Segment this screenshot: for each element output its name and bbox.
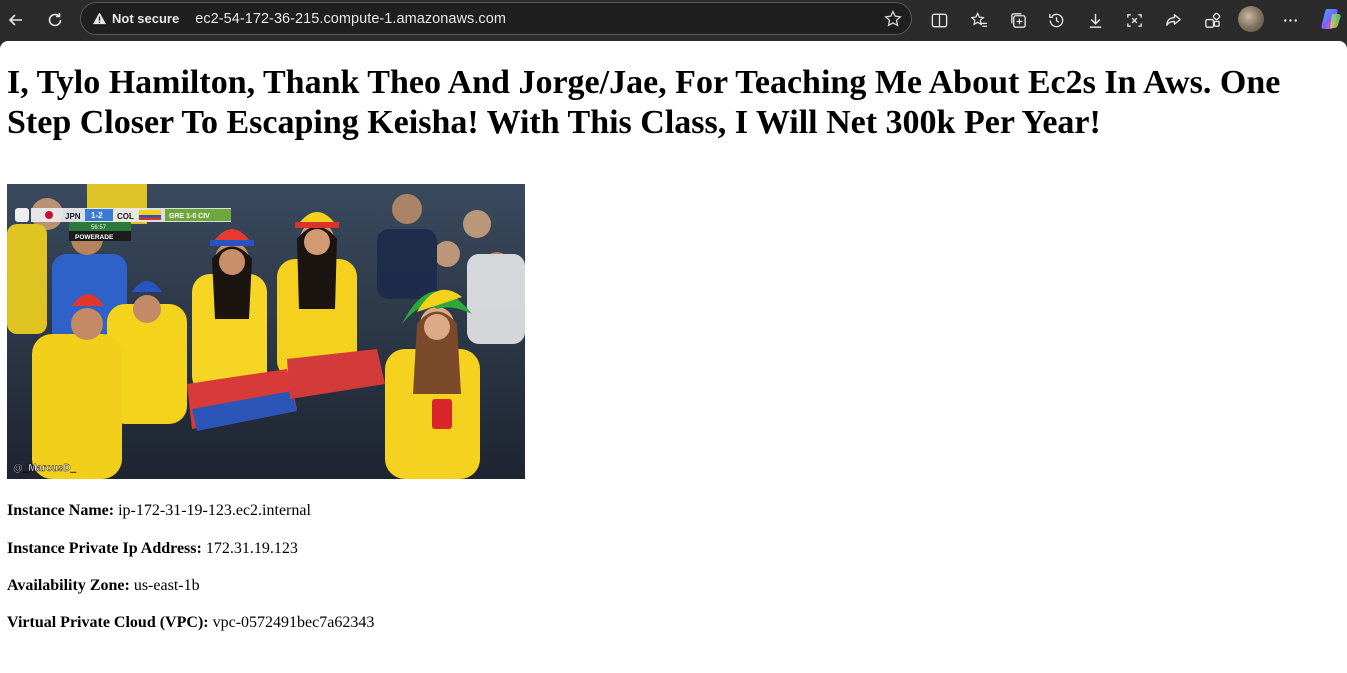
vpc-value: vpc-0572491bec7a62343 [212, 614, 375, 631]
vpc-label: Virtual Private Cloud (VPC): [7, 614, 209, 631]
vpc-row: Virtual Private Cloud (VPC): vpc-0572491… [7, 613, 374, 633]
svg-text:COL: COL [117, 212, 134, 221]
screenshot-icon [1126, 13, 1142, 27]
address-bar[interactable]: Not secure ec2-54-172-36-215.compute-1.a… [80, 2, 912, 35]
split-screen-icon [931, 13, 947, 27]
svg-text:POWERADE: POWERADE [75, 234, 114, 241]
collections-button[interactable] [1004, 6, 1032, 34]
split-screen-button[interactable] [925, 6, 953, 34]
svg-text:1-2: 1-2 [91, 211, 103, 220]
svg-text:JPN: JPN [65, 212, 81, 221]
availability-zone-row: Availability Zone: us-east-1b [7, 576, 200, 596]
instance-name-label: Instance Name: [7, 502, 115, 519]
svg-text:56:57: 56:57 [91, 225, 107, 231]
page-heading: I, Tylo Hamilton, Thank Theo And Jorge/J… [7, 64, 1281, 141]
extensions-button[interactable] [1198, 6, 1226, 34]
web-page: I, Tylo Hamilton, Thank Theo And Jorge/J… [0, 41, 1347, 673]
private-ip-row: Instance Private Ip Address: 172.31.19.1… [7, 539, 298, 559]
downloads-button[interactable] [1081, 6, 1109, 34]
more-dots-icon [1283, 18, 1297, 22]
browser-toolbar: Not secure ec2-54-172-36-215.compute-1.a… [0, 0, 1347, 40]
extensions-puzzle-icon [1204, 12, 1220, 28]
share-icon [1165, 13, 1181, 26]
instance-name-value: ip-172-31-19-123.ec2.internal [118, 502, 311, 519]
history-button[interactable] [1042, 6, 1070, 34]
history-icon [1048, 13, 1063, 27]
refresh-icon [48, 13, 62, 27]
svg-text:@_MarcusD_: @_MarcusD_ [13, 463, 77, 474]
favorites-button[interactable] [965, 6, 993, 34]
favorite-star-icon[interactable] [883, 9, 903, 29]
private-ip-label: Instance Private Ip Address: [7, 540, 202, 557]
refresh-button[interactable] [41, 6, 69, 34]
warning-icon[interactable] [91, 11, 107, 27]
screenshot-button[interactable] [1120, 6, 1148, 34]
collections-icon [1010, 12, 1026, 28]
favorites-list-icon [970, 11, 987, 27]
url-text[interactable]: ec2-54-172-36-215.compute-1.amazonaws.co… [195, 11, 506, 27]
security-label[interactable]: Not secure [112, 11, 179, 26]
copilot-icon[interactable] [1318, 6, 1344, 32]
availability-zone-value: us-east-1b [133, 577, 200, 594]
profile-avatar[interactable] [1238, 6, 1264, 32]
back-button[interactable] [2, 6, 30, 34]
instance-name-row: Instance Name: ip-172-31-19-123.ec2.inte… [7, 501, 311, 521]
svg-text:GRE 1-0 CIV: GRE 1-0 CIV [169, 213, 210, 220]
download-icon [1089, 13, 1101, 28]
availability-zone-label: Availability Zone: [7, 577, 130, 594]
share-button[interactable] [1159, 6, 1187, 34]
celebrating-fans-image: JPN 1-2 COL GRE 1-0 CIV 56:57 POWERADE @… [7, 184, 525, 479]
back-arrow-icon [8, 14, 22, 26]
private-ip-value: 172.31.19.123 [205, 540, 298, 557]
more-options-button[interactable] [1276, 6, 1304, 34]
